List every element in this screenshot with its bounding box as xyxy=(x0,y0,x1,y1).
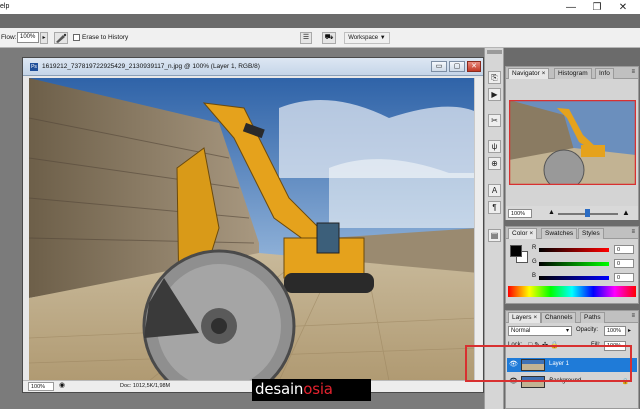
menu-help[interactable]: elp xyxy=(0,3,9,10)
tab-paths[interactable]: Paths xyxy=(580,312,605,323)
restore-button[interactable]: ❐ xyxy=(584,0,610,14)
blue-value[interactable]: 0 xyxy=(614,273,634,282)
flow-dropdown-arrow[interactable]: ▸ xyxy=(40,32,48,44)
flow-input[interactable]: 100% xyxy=(17,32,39,43)
foreground-color-swatch[interactable] xyxy=(510,245,522,257)
green-slider[interactable] xyxy=(539,262,609,266)
opacity-arrow-icon[interactable]: ▸ xyxy=(628,327,631,334)
blue-label: B xyxy=(532,273,537,279)
blend-mode-value: Normal xyxy=(511,328,531,334)
clone-source-icon[interactable]: ⊕ xyxy=(488,157,501,170)
doc-close-button[interactable]: ✕ xyxy=(467,61,481,72)
excavator-photo xyxy=(29,78,479,381)
blend-mode-chevron-icon: ▾ xyxy=(565,328,569,334)
workspace-menu[interactable]: Workspace ▼ xyxy=(344,32,390,44)
navigator-tabs: Navigator × Histogram Info ≡ xyxy=(506,67,638,79)
tool-presets-icon[interactable]: ✂ xyxy=(488,114,501,127)
color-spectrum-ramp[interactable] xyxy=(508,286,636,297)
watermark-text-2: osia xyxy=(303,380,333,398)
red-value[interactable]: 0 xyxy=(614,245,634,254)
photoshop-doc-icon: Ps xyxy=(30,63,38,71)
navigator-thumbnail xyxy=(508,99,637,191)
red-label: R xyxy=(532,245,537,251)
flow-label: Flow: xyxy=(1,34,17,41)
tab-styles[interactable]: Styles xyxy=(578,228,604,239)
highlight-annotation-box xyxy=(465,345,632,382)
layers-tabs: Layers × Channels Paths ≡ xyxy=(506,311,638,323)
tab-layers[interactable]: Layers × xyxy=(508,312,542,323)
opacity-label: Opacity: xyxy=(576,327,599,333)
green-value[interactable]: 0 xyxy=(614,259,634,268)
navigator-zoom-field[interactable]: 100% xyxy=(508,209,532,218)
zoom-in-icon[interactable]: ▲ xyxy=(622,208,630,217)
document-title-bar[interactable]: Ps 1619212_737819722925429_2130939117_n.… xyxy=(23,58,483,76)
navigator-preview[interactable] xyxy=(508,99,637,191)
tab-info[interactable]: Info xyxy=(595,68,614,79)
layer-comps-icon[interactable]: ▤ xyxy=(488,229,501,242)
panel-menu-icon[interactable]: ≡ xyxy=(631,69,635,75)
status-menu-icon[interactable]: ◉ xyxy=(59,381,65,389)
opacity-field[interactable]: 100% xyxy=(604,326,626,336)
red-slider[interactable] xyxy=(539,248,609,252)
doc-minimize-button[interactable]: ▭ xyxy=(431,61,447,72)
history-panel-icon[interactable]: ⎘ xyxy=(488,71,501,84)
airbrush-icon[interactable] xyxy=(54,32,68,44)
navigator-zoom-bar: 100% ▲ ▲ xyxy=(506,206,638,220)
color-tabs: Color × Swatches Styles ≡ xyxy=(506,227,638,239)
zoom-level-field[interactable]: 100% xyxy=(28,382,54,391)
document-vertical-scrollbar[interactable] xyxy=(474,78,482,381)
tab-channels[interactable]: Channels xyxy=(541,312,577,323)
tab-navigator[interactable]: Navigator × xyxy=(508,68,550,79)
zoom-slider-thumb[interactable] xyxy=(585,209,590,217)
navigator-panel: Navigator × Histogram Info ≡ 100% ▲ ▲ xyxy=(505,66,639,220)
desainosia-watermark: desainosia xyxy=(252,379,371,401)
close-button[interactable]: ✕ xyxy=(610,0,636,14)
blend-mode-select[interactable]: Normal ▾ xyxy=(508,326,572,336)
erase-to-history-label: Erase to History xyxy=(82,34,129,41)
blue-slider[interactable] xyxy=(539,276,609,280)
tab-swatches[interactable]: Swatches xyxy=(541,228,578,239)
image-canvas[interactable] xyxy=(29,78,479,381)
erase-to-history-checkbox[interactable] xyxy=(73,34,80,41)
app-title-bar: elp — ❐ ✕ xyxy=(0,0,640,14)
character-panel-icon[interactable]: A xyxy=(488,184,501,197)
document-window: Ps 1619212_737819722925429_2130939117_n.… xyxy=(22,57,484,393)
green-label: G xyxy=(532,259,537,265)
tab-histogram[interactable]: Histogram xyxy=(554,68,592,79)
strip-grip[interactable] xyxy=(487,50,502,54)
document-size-info: Doc: 1012,5K/1,98M xyxy=(120,383,171,389)
bridge-icon[interactable]: ⛟ xyxy=(322,32,336,44)
zoom-out-icon[interactable]: ▲ xyxy=(548,209,555,216)
color-panel-menu-icon[interactable]: ≡ xyxy=(631,229,635,235)
options-bar: Flow: 100% ▸ Erase to History ☰ ⛟ Worksp… xyxy=(0,28,640,48)
color-panel: Color × Swatches Styles ≡ R 0 G 0 B 0 xyxy=(505,226,639,304)
tab-color[interactable]: Color × xyxy=(508,228,538,239)
document-title: 1619212_737819722925429_2130939117_n.jpg… xyxy=(42,63,260,70)
brushes-panel-icon[interactable]: ψ xyxy=(488,140,501,153)
layers-panel-menu-icon[interactable]: ≡ xyxy=(631,313,635,319)
paragraph-panel-icon[interactable]: ¶ xyxy=(488,201,501,214)
brush-palette-icon[interactable]: ☰ xyxy=(300,32,312,44)
minimize-button[interactable]: — xyxy=(558,0,584,14)
doc-maximize-button[interactable]: ▢ xyxy=(449,61,465,72)
watermark-text-1: desain xyxy=(255,380,304,398)
actions-panel-icon[interactable]: ▶ xyxy=(488,88,501,101)
